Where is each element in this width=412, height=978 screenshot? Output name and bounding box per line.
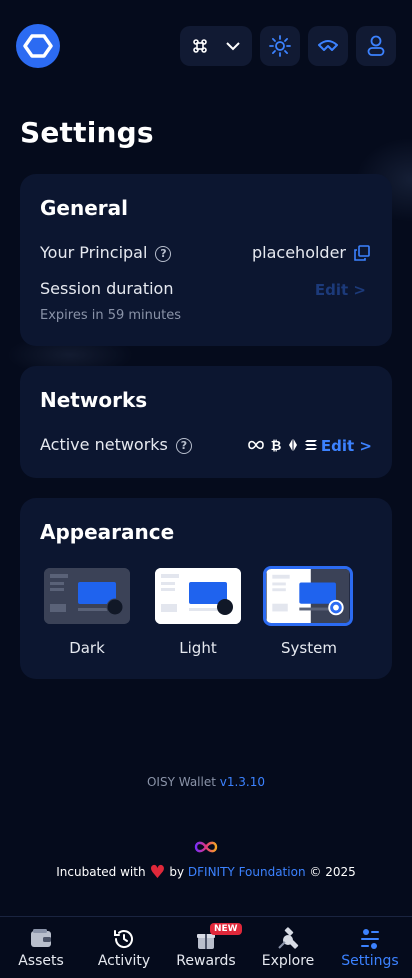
bottom-nav: Assets Activity NEW Rewards Explore Sett… <box>0 916 412 978</box>
help-icon[interactable]: ? <box>155 245 172 262</box>
solana-icon <box>305 440 317 450</box>
networks-edit-link[interactable]: Edit > <box>321 437 372 455</box>
walletconnect-button[interactable] <box>308 26 348 66</box>
wallet-icon <box>31 929 51 947</box>
user-menu-button[interactable] <box>356 26 396 66</box>
top-bar <box>0 0 412 92</box>
nav-explore[interactable]: Explore <box>247 917 329 978</box>
new-badge: NEW <box>210 923 242 935</box>
nav-assets[interactable]: Assets <box>0 917 82 978</box>
help-icon[interactable]: ? <box>175 437 192 454</box>
session-label: Session duration <box>40 279 174 298</box>
appearance-card: Appearance Dark Light System <box>20 498 392 679</box>
nav-settings-label: Settings <box>341 953 399 969</box>
svg-text:₿: ₿ <box>271 439 282 452</box>
copy-icon[interactable] <box>354 244 370 261</box>
dark-preview-icon <box>44 568 130 624</box>
network-switcher-button[interactable] <box>180 26 252 66</box>
icp-icon <box>248 440 264 450</box>
version-link[interactable]: v1.3.10 <box>220 775 265 789</box>
settings-sliders-icon <box>361 929 379 949</box>
nav-activity-label: Activity <box>97 953 151 969</box>
copyright: © 2025 <box>309 865 356 879</box>
appearance-title: Appearance <box>40 520 175 544</box>
theme-system-label: System <box>281 639 337 657</box>
incubated-line: Incubated with ♥ by DFINITY Foundation ©… <box>0 862 412 883</box>
theme-system-option[interactable] <box>263 566 353 626</box>
bitcoin-icon: ₿ <box>271 439 282 452</box>
nav-assets-label: Assets <box>18 953 64 969</box>
nav-activity[interactable]: Activity <box>83 917 165 978</box>
general-title: General <box>40 196 128 220</box>
theme-toggle-button[interactable] <box>260 26 300 66</box>
version-info: OISY Wallet v1.3.10 <box>0 775 412 789</box>
incubated-prefix: Incubated with <box>56 865 146 879</box>
dfinity-infinity-icon <box>194 839 218 858</box>
user-icon <box>367 35 385 56</box>
principal-value: placeholder <box>252 243 346 262</box>
networks-title: Networks <box>40 388 148 412</box>
nav-settings[interactable]: Settings <box>329 917 411 978</box>
history-icon <box>114 930 133 948</box>
network-icons: ₿ <box>248 438 318 452</box>
dfinity-link[interactable]: DFINITY Foundation <box>188 865 306 879</box>
heart-icon: ♥ <box>149 862 166 883</box>
nav-explore-label: Explore <box>261 953 315 969</box>
network-switcher-icon <box>193 39 240 53</box>
wallet-name: OISY Wallet <box>146 775 216 789</box>
networks-card: Networks Active networks? ₿ Edit > <box>20 366 392 478</box>
session-edit-link[interactable]: Edit > <box>315 281 366 299</box>
sun-icon <box>269 35 291 57</box>
theme-dark-label: Dark <box>69 639 105 657</box>
general-card: General Your Principal? placeholder Sess… <box>20 174 392 346</box>
ethereum-icon <box>289 438 297 452</box>
page-title: Settings <box>20 116 154 149</box>
oisy-logo-icon[interactable] <box>16 24 60 68</box>
walletconnect-icon <box>318 40 338 51</box>
theme-light-label: Light <box>179 639 217 657</box>
principal-value-row: placeholder <box>252 243 370 262</box>
active-networks-row: Active networks? <box>40 435 192 454</box>
principal-label: Your Principal <box>40 243 148 262</box>
theme-dark-option[interactable] <box>44 568 130 624</box>
light-preview-icon <box>155 568 241 624</box>
nav-rewards-label: Rewards <box>176 953 236 969</box>
active-networks-label: Active networks <box>40 435 168 454</box>
satellite-icon <box>278 927 299 949</box>
principal-row: Your Principal? <box>40 243 172 262</box>
nav-rewards[interactable]: NEW Rewards <box>165 917 247 978</box>
by-text: by <box>169 865 185 879</box>
system-preview-icon <box>266 569 350 623</box>
theme-light-option[interactable] <box>155 568 241 624</box>
session-expires: Expires in 59 minutes <box>40 308 182 323</box>
